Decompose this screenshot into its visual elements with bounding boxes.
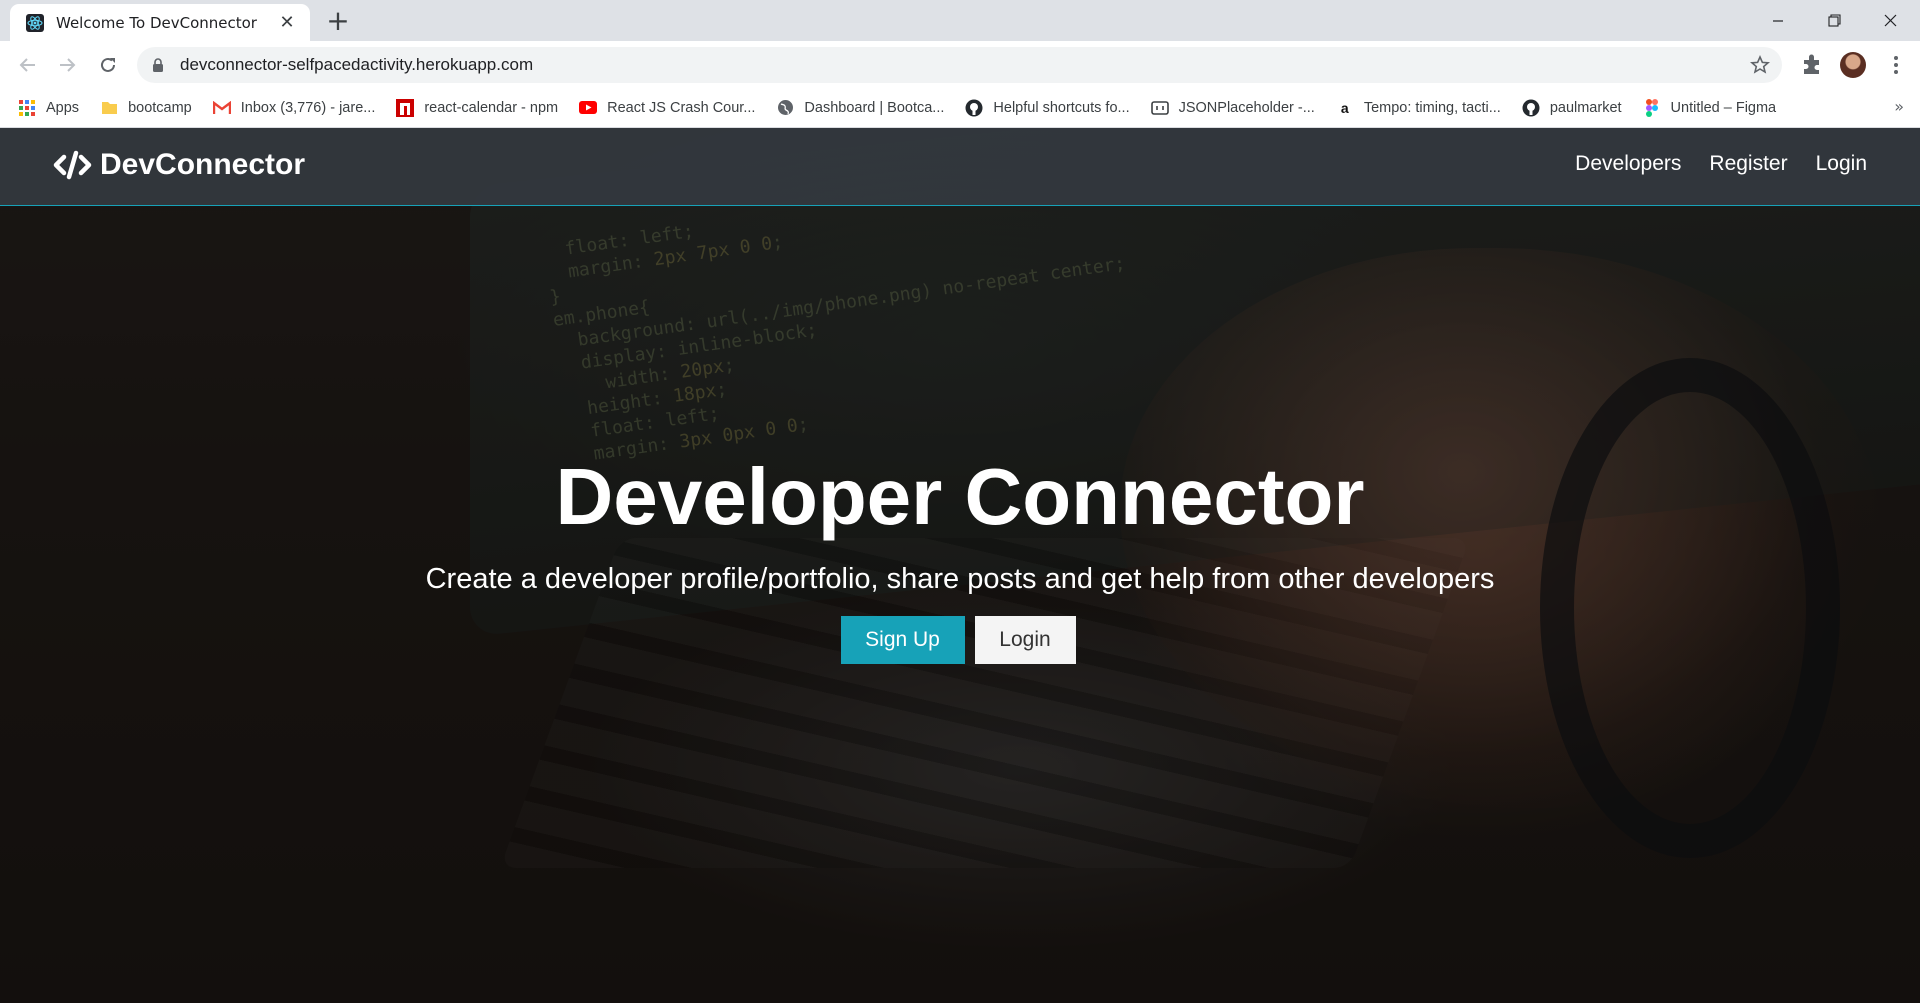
bookmark-label: Dashboard | Bootca... (804, 99, 945, 116)
restore-window-button[interactable] (1806, 0, 1862, 41)
bookmark-label: react-calendar - npm (424, 99, 559, 116)
bookmark-tempo[interactable]: a Tempo: timing, tacti... (1336, 99, 1501, 117)
nav-register-link[interactable]: Register (1709, 152, 1787, 176)
address-bar[interactable]: devconnector-selfpacedactivity.herokuapp… (137, 47, 1782, 83)
nav-developers-link[interactable]: Developers (1575, 152, 1681, 176)
npm-icon (396, 98, 415, 117)
bookmark-label: Untitled – Figma (1670, 99, 1777, 116)
brand-name: DevConnector (100, 148, 306, 181)
tab-title: Welcome To DevConnector (56, 13, 257, 32)
new-tab-button[interactable]: + (323, 7, 353, 37)
profile-avatar[interactable] (1840, 52, 1866, 78)
bookmark-apps[interactable]: Apps (18, 99, 79, 117)
active-tab[interactable]: Welcome To DevConnector ✕ (10, 4, 310, 41)
code-icon (53, 150, 92, 180)
bookmark-figma[interactable]: Untitled – Figma (1643, 98, 1777, 117)
github-icon (1522, 99, 1540, 117)
globe-icon (776, 99, 794, 117)
lock-icon (153, 57, 163, 72)
bookmark-label: Inbox (3,776) - jare... (240, 99, 376, 116)
brand-logo-link[interactable]: DevConnector (53, 148, 305, 182)
browser-toolbar: devconnector-selfpacedactivity.herokuapp… (0, 41, 1920, 88)
react-favicon-icon (26, 13, 44, 32)
hero-buttons: Sign Up Login (840, 616, 1076, 664)
reload-button[interactable] (93, 50, 123, 80)
site-navbar: DevConnector Developers Register Login (0, 128, 1920, 206)
youtube-icon (579, 99, 598, 117)
tab-close-icon[interactable]: ✕ (276, 12, 298, 34)
restore-icon (1827, 14, 1841, 27)
bookmark-star-icon[interactable] (1750, 55, 1770, 75)
bookmark-inbox[interactable]: Inbox (3,776) - jare... (212, 99, 376, 117)
bookmark-label: React JS Crash Cour... (607, 99, 756, 116)
login-button[interactable]: Login (974, 616, 1076, 664)
nav-links: Developers Register Login (1575, 152, 1867, 176)
github-icon (965, 99, 983, 117)
minimize-window-button[interactable] (1750, 0, 1806, 41)
hero-section: Developer Connector Create a developer p… (0, 128, 1920, 1003)
bookmark-label: Tempo: timing, tacti... (1363, 99, 1501, 116)
bookmark-label: bootcamp (128, 99, 192, 116)
bookmark-dashboard[interactable]: Dashboard | Bootca... (776, 99, 944, 117)
bookmark-paulmarket[interactable]: paulmarket (1522, 99, 1622, 117)
close-icon (1884, 14, 1896, 27)
bookmark-bootcamp[interactable]: bootcamp (100, 99, 192, 117)
tab-strip: Welcome To DevConnector ✕ + (0, 0, 1920, 41)
forward-arrow-icon (60, 58, 76, 72)
url-text: devconnector-selfpacedactivity.herokuapp… (180, 55, 534, 74)
reload-icon (101, 57, 115, 72)
nav-login-link[interactable]: Login (1816, 152, 1867, 176)
hero-title: Developer Connector (555, 452, 1365, 541)
apps-grid-icon (18, 99, 36, 117)
bookmark-helpful-shortcuts[interactable]: Helpful shortcuts fo... (965, 99, 1130, 117)
bookmark-jsonplaceholder[interactable]: JSONPlaceholder -... (1150, 99, 1315, 117)
bookmark-react-calendar[interactable]: react-calendar - npm (396, 98, 559, 117)
back-arrow-icon (19, 58, 35, 72)
sign-up-button[interactable]: Sign Up (840, 616, 965, 664)
figma-icon (1643, 98, 1661, 117)
bookmark-label: JSONPlaceholder -... (1178, 99, 1315, 116)
landing-page: float: left; margin: 2px 7px 0 0; } em.p… (0, 128, 1920, 1003)
gmail-icon (212, 99, 231, 117)
more-bookmarks-button[interactable]: » (1894, 97, 1904, 116)
amazon-icon: a (1340, 99, 1349, 116)
bookmarks-bar: Apps bootcamp Inbox (3,776) - jare... re… (0, 88, 1920, 128)
close-window-button[interactable] (1862, 0, 1918, 41)
bookmark-label: Apps (46, 99, 80, 116)
extensions-puzzle-icon[interactable] (1799, 51, 1825, 77)
bookmark-label: Helpful shortcuts fo... (993, 99, 1130, 116)
hero-lead: Create a developer profile/portfolio, sh… (425, 563, 1495, 595)
jsonplaceholder-icon (1150, 99, 1169, 117)
browser-menu-icon[interactable] (1884, 52, 1908, 78)
minimize-icon (1773, 19, 1783, 22)
folder-icon (100, 99, 118, 117)
bookmark-react-crash-course[interactable]: React JS Crash Cour... (579, 99, 755, 117)
back-button[interactable] (13, 50, 43, 80)
bookmark-label: paulmarket (1549, 99, 1622, 116)
forward-button[interactable] (52, 50, 82, 80)
